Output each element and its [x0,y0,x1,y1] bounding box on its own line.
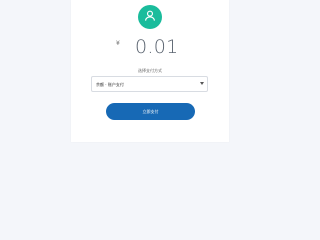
payment-method-label: 选择支付方式 [138,68,162,73]
currency-symbol: ¥ [116,40,120,47]
payment-method-value: 余额 · 账户支付 [96,82,124,87]
confirm-pay-button[interactable]: 立即支付 [106,103,195,120]
payment-card: ¥ 0.01 选择支付方式 余额 · 账户支付 立即支付 [71,0,229,142]
avatar [138,5,162,29]
payment-method-select[interactable]: 余额 · 账户支付 [91,76,208,92]
payment-amount: 0.01 [135,36,179,58]
chevron-down-icon [200,82,204,85]
amount-row: ¥ 0.01 [71,36,229,60]
user-icon [143,8,157,27]
